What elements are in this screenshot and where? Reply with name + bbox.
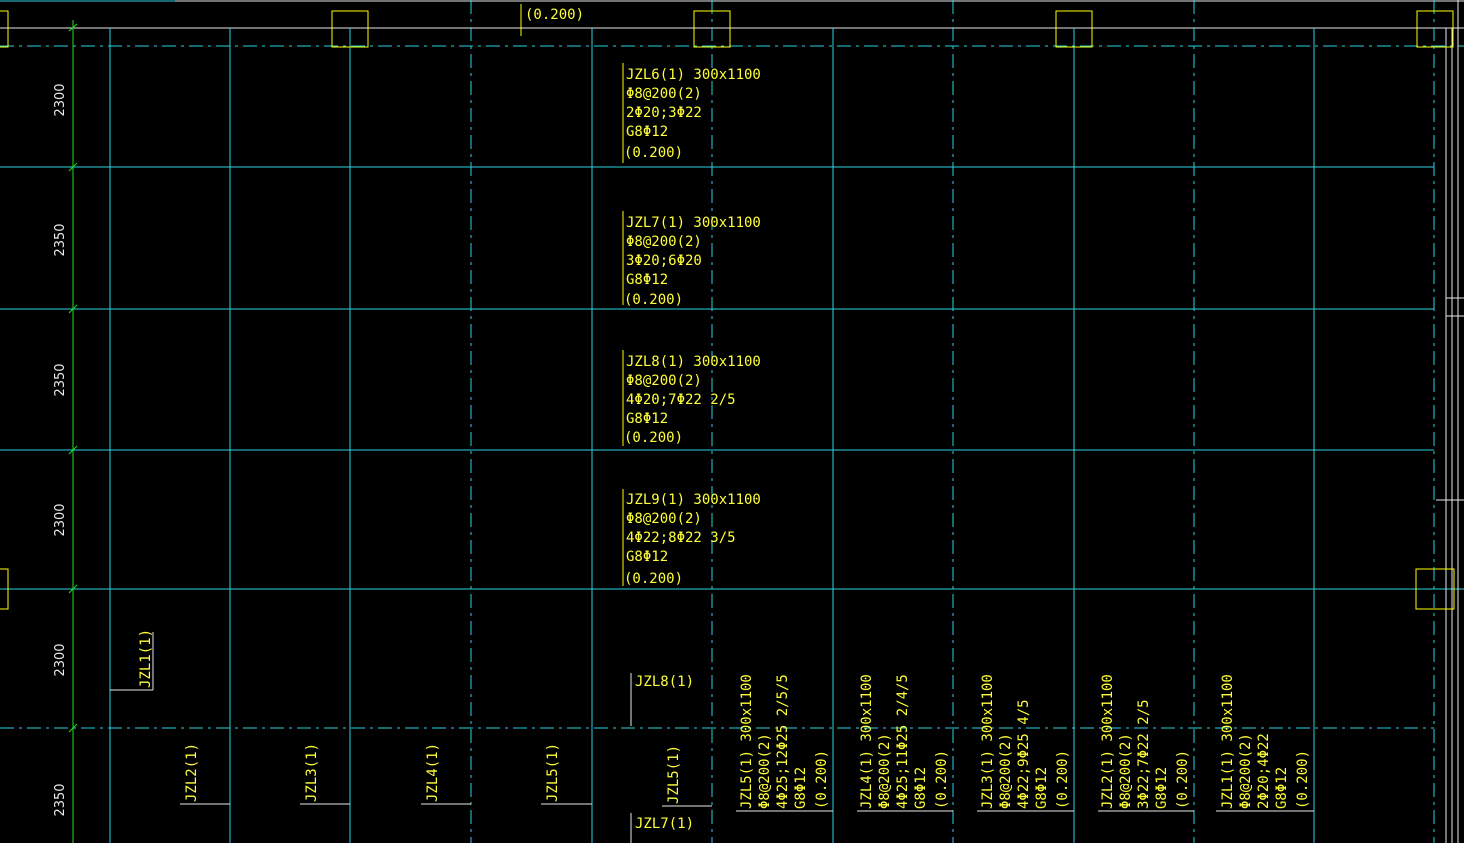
top-elevation-label: (0.200) <box>520 4 584 36</box>
beam-tag: JZL5(1) <box>545 743 561 802</box>
beam-spec-line: JZL4(1) 300x1100 <box>859 674 875 809</box>
beam-spec-line: Φ8@200(2) <box>998 733 1014 809</box>
drawing-canvas[interactable]: 2300 2350 2350 2300 2300 2350 (0.200) JZ… <box>0 0 1464 843</box>
dimension-text: 2350 <box>53 783 68 816</box>
label-jzl5-a[interactable]: JZL5(1) <box>541 743 592 805</box>
beam-tag: JZL1(1) <box>138 629 154 688</box>
beam-annotation-jzl6[interactable]: JZL6(1) 300x1100 Φ8@200(2) 2Φ20;3Φ22 G8Φ… <box>622 63 761 163</box>
label-jzl1[interactable]: JZL1(1) <box>110 629 154 691</box>
beam-tag: JZL4(1) <box>425 743 441 802</box>
dimension-text: 2350 <box>53 223 68 256</box>
beam-spec-line: Φ8@200(2) <box>1118 733 1134 809</box>
dimension-text: 2300 <box>53 643 68 676</box>
beam-spec-line: 4Φ20;7Φ22 2/5 <box>626 392 736 408</box>
beam-spec-line: G8Φ12 <box>1154 767 1170 809</box>
label-jzl4[interactable]: JZL4(1) <box>421 743 471 805</box>
beam-spec-line: G8Φ12 <box>626 124 668 140</box>
beam-spec-line: JZL2(1) 300x1100 <box>1100 674 1116 809</box>
elevation-text: (0.200) <box>525 7 584 23</box>
beam-spec-line: G8Φ12 <box>626 272 668 288</box>
beam-spec-line: JZL6(1) 300x1100 <box>626 67 761 83</box>
beam-tag: JZL2(1) <box>184 743 200 802</box>
beam-annotation-jzl4-vertical[interactable]: JZL4(1) 300x1100 Φ8@200(2) 4Φ25;11Φ25 2/… <box>857 674 953 812</box>
beam-spec-line: (0.200) <box>934 750 950 809</box>
beam-annotation-jzl2-vertical[interactable]: JZL2(1) 300x1100 Φ8@200(2) 3Φ22;7Φ22 2/5… <box>1098 674 1194 812</box>
beam-spec-line: G8Φ12 <box>913 767 929 809</box>
beam-spec-line: 4Φ22;9Φ25 4/5 <box>1016 699 1032 809</box>
beam-spec-line: 2Φ20;3Φ22 <box>626 105 702 121</box>
beam-spec-line: 2Φ20;4Φ22 <box>1256 733 1272 809</box>
dimension-text: 2350 <box>53 363 68 396</box>
beam-spec-line: (0.200) <box>814 750 830 809</box>
column-top-left <box>0 10 9 48</box>
column-top-4 <box>1416 10 1454 48</box>
beam-spec-line: Φ8@200(2) <box>757 733 773 809</box>
label-jzl5-b[interactable]: JZL5(1) <box>662 745 712 807</box>
label-jzl3[interactable]: JZL3(1) <box>300 743 350 805</box>
label-jzl7-short[interactable]: JZL7(1) <box>630 813 694 843</box>
beam-spec-line: (0.200) <box>624 145 683 161</box>
beam-spec-line: (0.200) <box>1295 750 1311 809</box>
beam-spec-line: JZL5(1) 300x1100 <box>739 674 755 809</box>
dimension-text: 2300 <box>53 83 68 116</box>
beam-spec-line: 4Φ25;12Φ25 2/5/5 <box>775 674 791 809</box>
beam-spec-line: JZL8(1) 300x1100 <box>626 354 761 370</box>
beam-spec-line: G8Φ12 <box>1274 767 1290 809</box>
dimension-chain: 2300 2350 2350 2300 2300 2350 <box>53 20 78 843</box>
beam-spec-line: JZL1(1) 300x1100 <box>1220 674 1236 809</box>
beam-tag: JZL5(1) <box>666 745 682 804</box>
beam-spec-line: (0.200) <box>1175 750 1191 809</box>
horizontal-grid-lines <box>0 27 1464 729</box>
beam-spec-line: G8Φ12 <box>1034 767 1050 809</box>
beam-tag: JZL7(1) <box>635 816 694 832</box>
beam-annotation-jzl5-vertical[interactable]: JZL5(1) 300x1100 Φ8@200(2) 4Φ25;12Φ25 2/… <box>736 674 833 812</box>
column-blocks <box>0 10 1455 610</box>
beam-spec-line: Φ8@200(2) <box>626 373 702 389</box>
label-jzl2[interactable]: JZL2(1) <box>180 743 230 805</box>
beam-spec-line: 3Φ20;6Φ20 <box>626 253 702 269</box>
beam-spec-line: Φ8@200(2) <box>626 234 702 250</box>
beam-spec-line: (0.200) <box>624 430 683 446</box>
label-jzl8-short[interactable]: JZL8(1) <box>630 673 694 726</box>
beam-annotation-jzl1-vertical[interactable]: JZL1(1) 300x1100 Φ8@200(2) 2Φ20;4Φ22 G8Φ… <box>1216 674 1314 812</box>
dimension-text: 2300 <box>53 503 68 536</box>
beam-spec-line: Φ8@200(2) <box>626 511 702 527</box>
beam-spec-line: (0.200) <box>1055 750 1071 809</box>
beam-spec-line: G8Φ12 <box>793 767 809 809</box>
beam-spec-line: Φ8@200(2) <box>877 733 893 809</box>
beam-annotation-jzl9[interactable]: JZL9(1) 300x1100 Φ8@200(2) 4Φ22;8Φ22 3/5… <box>622 489 761 587</box>
beam-tag: JZL3(1) <box>304 743 320 802</box>
beam-spec-line: (0.200) <box>624 292 683 308</box>
beam-spec-line: G8Φ12 <box>626 549 668 565</box>
beam-annotation-jzl8[interactable]: JZL8(1) 300x1100 Φ8@200(2) 4Φ20;7Φ22 2/5… <box>622 350 761 446</box>
beam-spec-line: JZL7(1) 300x1100 <box>626 215 761 231</box>
beam-spec-line: 4Φ22;8Φ22 3/5 <box>626 530 736 546</box>
beam-annotation-jzl3-vertical[interactable]: JZL3(1) 300x1100 Φ8@200(2) 4Φ22;9Φ25 4/5… <box>977 674 1074 812</box>
beam-spec-line: JZL9(1) 300x1100 <box>626 492 761 508</box>
beam-spec-line: Φ8@200(2) <box>1238 733 1254 809</box>
beam-spec-line: 4Φ25;11Φ25 2/4/5 <box>895 674 911 809</box>
beam-annotation-jzl7[interactable]: JZL7(1) 300x1100 Φ8@200(2) 3Φ20;6Φ20 G8Φ… <box>622 211 761 308</box>
beam-spec-line: JZL3(1) 300x1100 <box>980 674 996 809</box>
beam-tag: JZL8(1) <box>635 674 694 690</box>
beam-spec-line: Φ8@200(2) <box>626 86 702 102</box>
beam-spec-line: (0.200) <box>624 571 683 587</box>
beam-spec-line: G8Φ12 <box>626 411 668 427</box>
cad-viewport[interactable]: 2300 2350 2350 2300 2300 2350 (0.200) JZ… <box>0 0 1464 843</box>
beam-spec-line: 3Φ22;7Φ22 2/5 <box>1136 699 1152 809</box>
